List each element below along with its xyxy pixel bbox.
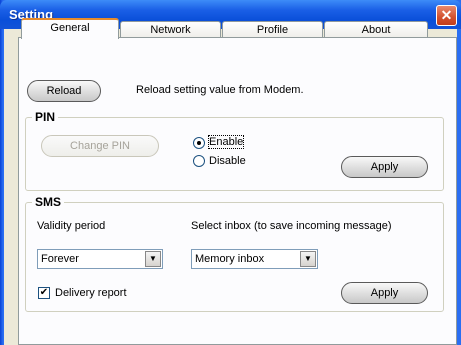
validity-period-label: Validity period — [37, 220, 106, 232]
tab-general[interactable]: General — [21, 18, 119, 39]
close-icon: ✕ — [440, 7, 453, 23]
reload-description: Reload setting value from Modem. — [136, 84, 304, 96]
inbox-value: Memory inbox — [195, 253, 265, 265]
enable-label[interactable]: Enable — [207, 135, 245, 149]
pin-apply-button[interactable]: Apply — [341, 156, 428, 178]
radio-selected-dot — [197, 141, 201, 145]
select-inbox-label: Select inbox (to save incoming message) — [191, 220, 392, 232]
disable-radio[interactable] — [193, 155, 205, 167]
validity-period-value: Forever — [41, 253, 79, 265]
chevron-down-icon[interactable]: ▼ — [145, 251, 161, 267]
inbox-select[interactable]: Memory inbox ▼ — [191, 249, 318, 269]
reload-button[interactable]: Reload — [27, 80, 101, 102]
close-button[interactable]: ✕ — [436, 5, 457, 26]
sms-group-label: SMS — [32, 195, 65, 209]
pin-group-label: PIN — [32, 110, 59, 124]
disable-label[interactable]: Disable — [209, 155, 246, 167]
sms-apply-label: Apply — [370, 287, 399, 299]
chevron-down-icon[interactable]: ▼ — [300, 251, 316, 267]
change-pin-label: Change PIN — [70, 140, 130, 152]
enable-radio[interactable] — [193, 137, 205, 149]
reload-button-label: Reload — [46, 85, 82, 97]
delivery-report-checkbox[interactable]: ✔ — [38, 287, 50, 299]
validity-period-select[interactable]: Forever ▼ — [37, 249, 163, 269]
sms-apply-button[interactable]: Apply — [341, 282, 428, 304]
pin-apply-label: Apply — [370, 161, 399, 173]
checkmark-icon: ✔ — [39, 287, 49, 298]
change-pin-button[interactable]: Change PIN — [41, 135, 159, 157]
delivery-report-label[interactable]: Delivery report — [55, 287, 127, 299]
